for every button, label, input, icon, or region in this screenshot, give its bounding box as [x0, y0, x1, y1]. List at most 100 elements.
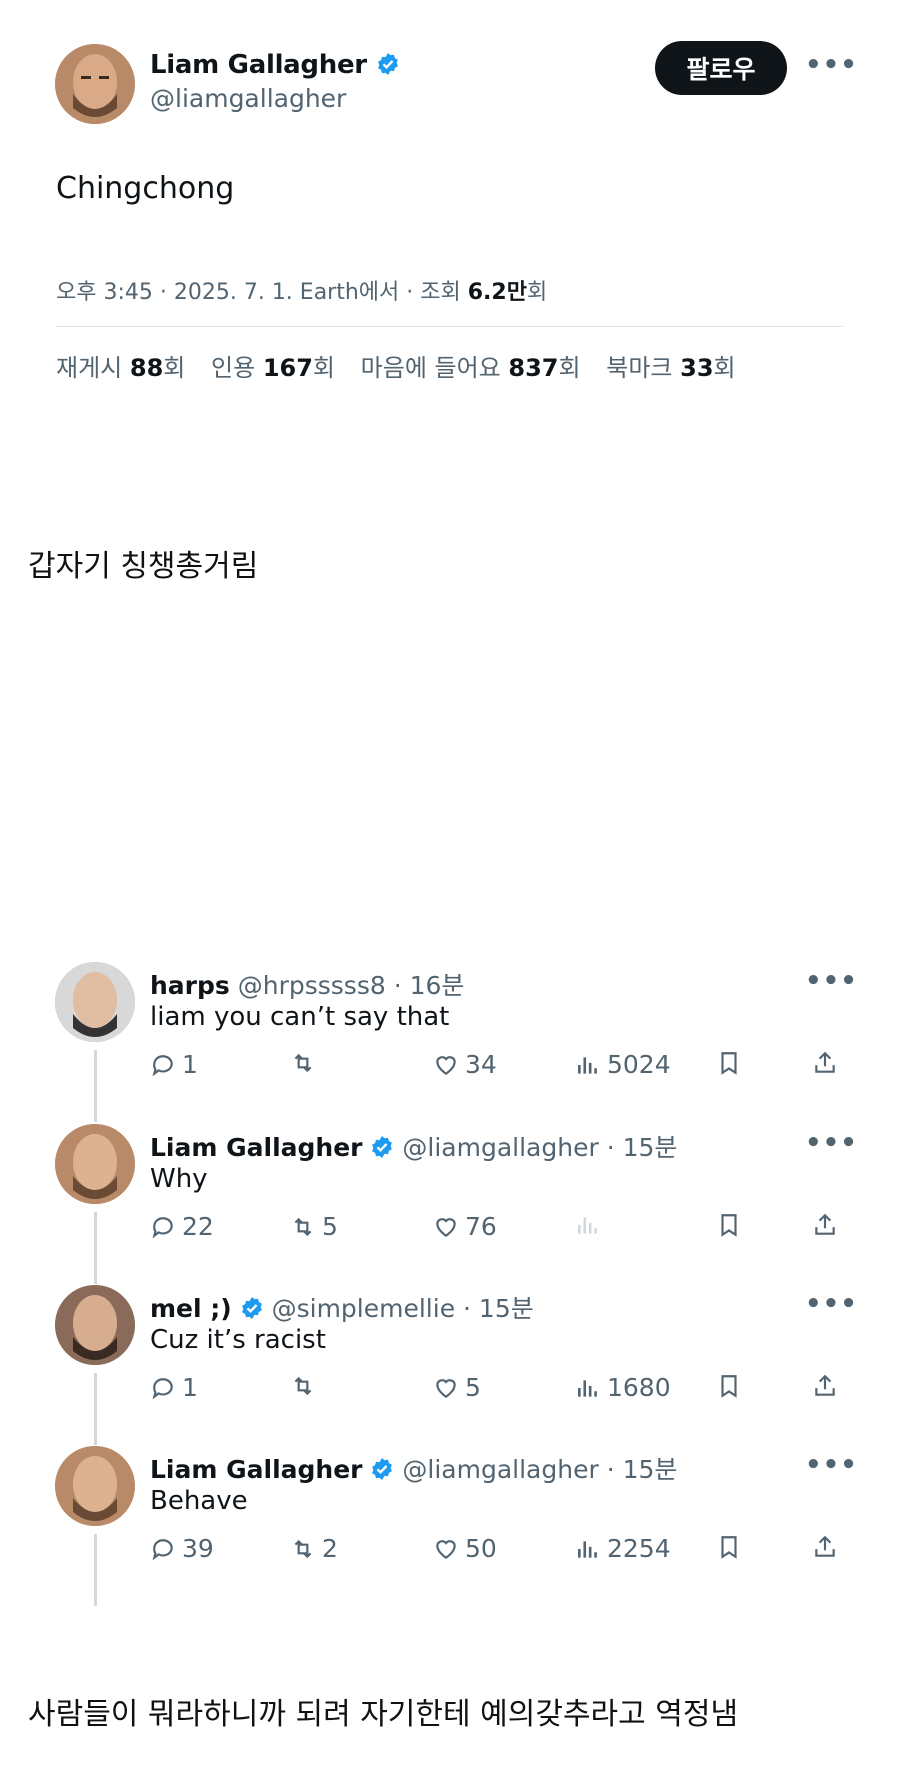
author-name-text[interactable]: Liam Gallagher — [150, 50, 367, 80]
stat-likes[interactable]: 마음에 들어요 837회 — [361, 354, 581, 382]
reply-icon — [152, 1538, 173, 1560]
bookmark-button[interactable] — [716, 1373, 742, 1399]
tweet-meta-prefix: 오후 3:45 · 2025. 7. 1. Earth에서 · 조회 — [56, 280, 468, 305]
reply-button[interactable]: 39 — [150, 1534, 214, 1563]
reply-button[interactable]: 1 — [150, 1050, 198, 1079]
share-button[interactable] — [812, 1534, 838, 1560]
stat-value: 167 — [262, 354, 313, 382]
view-count: 1680 — [607, 1373, 671, 1402]
reply-header: harps @hrpsssss8 · 16분 — [150, 966, 464, 1002]
reply-icon — [152, 1054, 173, 1076]
like-button[interactable]: 34 — [433, 1050, 497, 1079]
share-button[interactable] — [812, 1050, 838, 1076]
views-icon — [578, 1056, 597, 1074]
stat-suffix: 회 — [163, 354, 186, 382]
engagement-stats: 재게시 88회 인용 167회 마음에 들어요 837회 북마크 33회 — [56, 348, 754, 383]
reply-count: 1 — [182, 1373, 198, 1402]
caption-text: 갑자기 칭챙총거림 — [28, 549, 259, 584]
divider — [56, 326, 843, 327]
more-options-icon[interactable]: ••• — [805, 1128, 858, 1158]
views-button[interactable]: 5024 — [575, 1050, 671, 1079]
bookmark-icon — [721, 1375, 737, 1398]
repost-icon — [294, 1376, 312, 1396]
heart-icon — [436, 1378, 456, 1398]
reply-button[interactable]: 1 — [150, 1373, 198, 1402]
bookmark-icon — [721, 1214, 737, 1237]
avatar[interactable] — [55, 44, 135, 124]
reply-avatar[interactable] — [55, 962, 135, 1042]
reply-author-name[interactable]: Liam Gallagher — [150, 1455, 363, 1484]
reply-avatar[interactable] — [55, 1285, 135, 1365]
repost-button[interactable]: 5 — [290, 1212, 338, 1241]
reply-author-name[interactable]: Liam Gallagher — [150, 1133, 363, 1162]
stat-bookmarks[interactable]: 북마크 33회 — [606, 354, 735, 382]
views-button[interactable]: 1680 — [575, 1373, 671, 1402]
share-button[interactable] — [812, 1212, 838, 1238]
author-name[interactable]: Liam Gallagher — [150, 50, 400, 80]
share-icon — [815, 1213, 835, 1235]
stat-suffix: 회 — [558, 354, 581, 382]
stat-suffix: 회 — [713, 354, 736, 382]
like-count: 5 — [465, 1373, 481, 1402]
repost-count: 5 — [322, 1212, 338, 1241]
stat-quotes[interactable]: 인용 167회 — [211, 354, 335, 382]
views-icon — [578, 1540, 597, 1558]
more-options-icon[interactable]: ••• — [805, 50, 858, 80]
reply-author-name[interactable]: mel ;) — [150, 1294, 232, 1323]
view-count: 2254 — [607, 1534, 671, 1563]
tweet-meta: 오후 3:45 · 2025. 7. 1. Earth에서 · 조회 6.2만회 — [56, 274, 547, 306]
like-button[interactable]: 50 — [433, 1534, 497, 1563]
repost-button[interactable] — [290, 1050, 322, 1076]
more-options-icon[interactable]: ••• — [805, 1450, 858, 1480]
reply-header: mel ;) @simplemellie · 15분 — [150, 1289, 534, 1325]
share-icon — [815, 1051, 835, 1073]
stat-label: 재게시 — [56, 354, 130, 382]
reply-author-name[interactable]: harps — [150, 971, 230, 1000]
reply-count: 1 — [182, 1050, 198, 1079]
reply-text: liam you can’t say that — [150, 1002, 450, 1032]
follow-button[interactable]: 팔로우 — [655, 41, 787, 95]
thread-line — [94, 1534, 97, 1606]
reply-button[interactable]: 22 — [150, 1212, 214, 1241]
reply-count: 22 — [182, 1212, 214, 1241]
caption-text-bottom: 사람들이 뭐라하니까 되려 자기한테 예의갖추라고 역정냄 — [28, 1697, 739, 1732]
bookmark-button[interactable] — [716, 1534, 742, 1560]
reply-author-handle[interactable]: @liamgallagher · 15분 — [402, 1455, 677, 1484]
bookmark-icon — [721, 1536, 737, 1559]
like-button[interactable]: 5 — [433, 1373, 481, 1402]
reply-avatar[interactable] — [55, 1124, 135, 1204]
reply-icon — [152, 1216, 173, 1238]
stat-label: 마음에 들어요 — [360, 354, 509, 382]
repost-button[interactable]: 2 — [290, 1534, 338, 1563]
views-button[interactable]: 2254 — [575, 1534, 671, 1563]
author-handle[interactable]: @liamgallagher — [150, 84, 346, 113]
repost-icon — [294, 1539, 312, 1558]
thread-line — [94, 1050, 97, 1122]
bookmark-button[interactable] — [716, 1212, 742, 1238]
reply-author-handle[interactable]: @liamgallagher · 15분 — [402, 1133, 677, 1162]
repost-count: 2 — [322, 1534, 338, 1563]
views-button[interactable] — [575, 1212, 607, 1238]
view-count: 6.2만 — [467, 280, 527, 305]
reply-icon — [152, 1377, 173, 1399]
view-suffix: 회 — [526, 280, 548, 305]
more-options-icon[interactable]: ••• — [805, 966, 858, 996]
reply-author-handle[interactable]: @hrpsssss8 · 16분 — [238, 971, 465, 1000]
verified-badge-icon — [377, 53, 398, 75]
repost-icon — [294, 1217, 312, 1236]
tweet-text: Chingchong — [56, 171, 235, 206]
share-button[interactable] — [812, 1373, 838, 1399]
reply-header: Liam Gallagher @liamgallagher · 15분 — [150, 1450, 677, 1486]
repost-button[interactable] — [290, 1373, 322, 1399]
reply-author-handle[interactable]: @simplemellie · 15분 — [272, 1294, 534, 1323]
stat-label: 북마크 — [606, 354, 681, 382]
reply-text: Cuz it’s racist — [150, 1325, 326, 1355]
stat-reposts[interactable]: 재게시 88회 — [56, 354, 185, 382]
bookmark-button[interactable] — [716, 1050, 742, 1076]
more-options-icon[interactable]: ••• — [805, 1289, 858, 1319]
like-count: 34 — [465, 1050, 497, 1079]
reply-avatar[interactable] — [55, 1446, 135, 1526]
like-button[interactable]: 76 — [433, 1212, 497, 1241]
stat-suffix: 회 — [312, 354, 336, 382]
stat-label: 인용 — [211, 354, 263, 382]
